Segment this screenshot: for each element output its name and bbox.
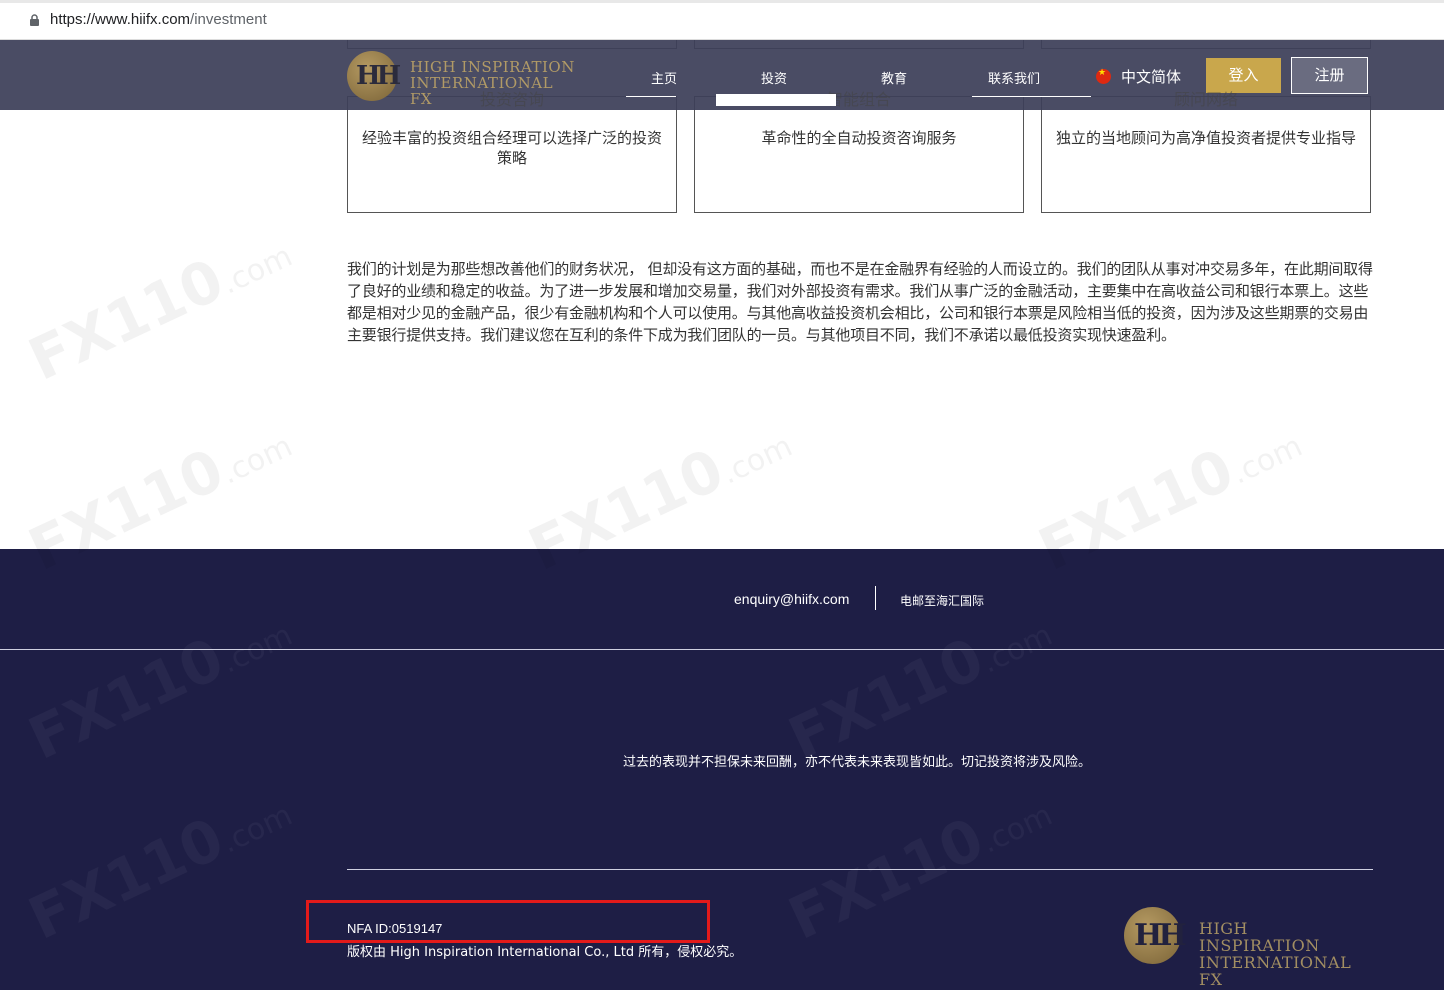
card-advisor-network[interactable]: 独立的当地顾问为高净值投资者提供专业指导 (1041, 96, 1371, 213)
language-label: 中文简体 (1121, 68, 1182, 86)
lock-icon (30, 14, 39, 26)
nav-home[interactable]: 主页 (651, 68, 677, 87)
card-text: 独立的当地顾问为高净值投资者提供专业指导 (1056, 129, 1357, 147)
card-text: 革命性的全自动投资咨询服务 (761, 129, 957, 147)
logo-line-1: HIGH INSPIRATION (410, 58, 575, 76)
url-host: https://www.hiifx.com (50, 11, 191, 28)
logo-line-2: INTERNATIONAL FX (1199, 953, 1352, 989)
watermark-logo: FX110.com (19, 773, 301, 953)
active-tab-indicator (716, 94, 836, 106)
site-footer: enquiry@hiifx.com 电邮至海汇国际 过去的表现并不担保未来回酬，… (0, 549, 1444, 990)
footer-logo: HH HIGH INSPIRATION INTERNATIONAL FX (1124, 907, 1374, 988)
watermark-logo: FX110.com (18, 238, 298, 394)
card-title-investment-advice: 投资咨询 (479, 90, 544, 109)
nav-investment[interactable]: 投资 (761, 68, 787, 87)
email-link[interactable]: 电邮至海汇国际 (900, 592, 984, 609)
divider (875, 586, 876, 610)
card-text: 经验丰富的投资组合经理可以选择广泛的投资策略 (362, 129, 663, 167)
risk-disclaimer: 过去的表现并不担保未来回酬，亦不代表未来表现皆如此。切记投资将涉及风险。 (622, 755, 1091, 770)
nav-education[interactable]: 教育 (881, 68, 907, 87)
nav-contact[interactable]: 联系我们 (988, 68, 1040, 87)
page: { "browser": { "url_host": "https://www.… (0, 0, 1444, 990)
highlight-box (306, 900, 710, 943)
logo-line-1: HIGH INSPIRATION (1199, 919, 1320, 955)
footer-email[interactable]: enquiry@hiifx.com (734, 591, 849, 607)
watermark-logo: FX110.com (19, 593, 301, 773)
china-flag-icon (1096, 68, 1111, 84)
copyright: 版权由 High Inspiration International Co., … (347, 945, 743, 960)
tab-strip (0, 0, 1444, 3)
logo-text: HIGH INSPIRATION INTERNATIONAL FX (1199, 920, 1374, 988)
logo-emblem: HH (1124, 907, 1187, 964)
url-path: /investment (190, 11, 267, 28)
card-title-advisor-network: 顾问网络 (1173, 90, 1238, 109)
watermark-logo: FX110.com (779, 593, 1061, 773)
watermark-logo: FX110.com (779, 773, 1061, 953)
footer-divider (0, 649, 1444, 650)
browser-address-bar[interactable]: https://www.hiifx.com/investment (0, 0, 1444, 40)
footer-divider (347, 869, 1373, 870)
card-investment-advice[interactable]: 经验丰富的投资组合经理可以选择广泛的投资策略 (347, 96, 677, 213)
logo-emblem-letters: HH (1134, 918, 1187, 953)
intro-paragraph: 我们的计划是为那些想改善他们的财务状况， 但却没有这方面的基础，而也不是在金融界… (347, 260, 1373, 344)
language-selector[interactable]: 中文简体 (1096, 66, 1181, 87)
card-smart-portfolio[interactable]: 革命性的全自动投资咨询服务 (694, 96, 1024, 213)
url-text[interactable]: https://www.hiifx.com/investment (50, 11, 267, 28)
